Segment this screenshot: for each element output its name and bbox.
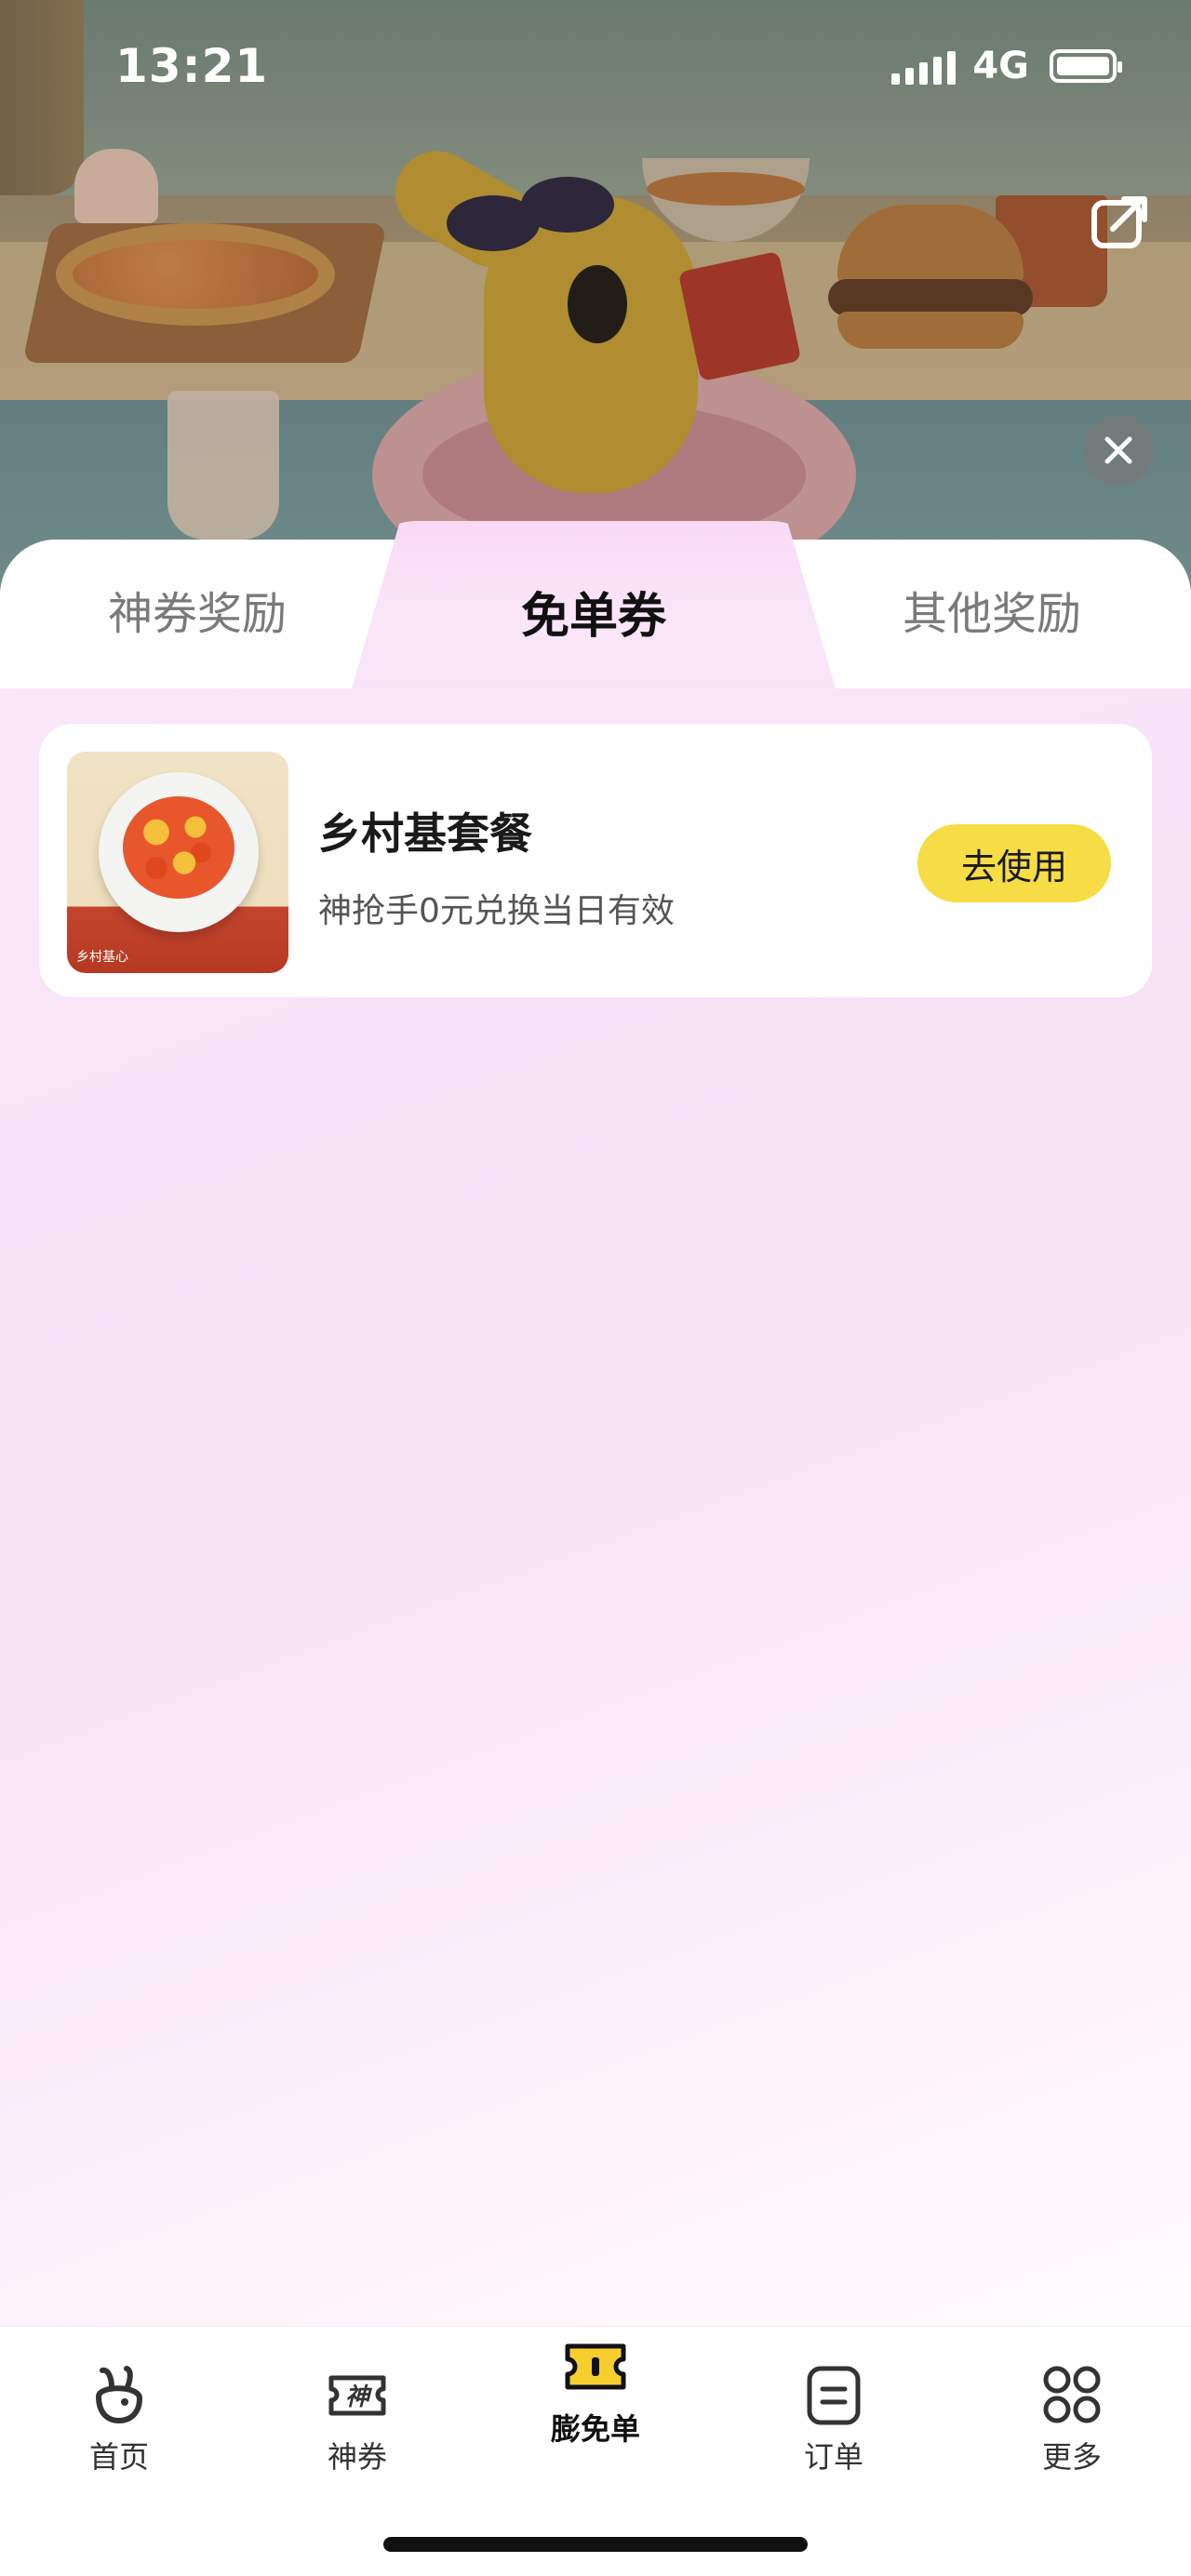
close-button[interactable] [1083, 415, 1154, 486]
status-indicators: 4G [891, 45, 1122, 87]
nav-free-order[interactable]: 膨免单 [521, 2333, 670, 2449]
nav-orders[interactable]: 订单 [759, 2361, 908, 2476]
reward-description: 神抢手0元兑换当日有效 [318, 892, 675, 930]
page: 13:21 4G 神券奖励 免单券 其他奖励 乡村基心 乡村基套餐 神抢手0元兑… [0, 0, 1191, 2576]
nav-free-order-label: 膨免单 [550, 2411, 640, 2447]
tomato-egg-dish [123, 796, 234, 899]
nav-orders-label: 订单 [803, 2439, 863, 2475]
reward-image: 乡村基心 [67, 752, 288, 973]
order-icon [807, 2366, 861, 2425]
nav-more-label: 更多 [1041, 2439, 1102, 2475]
food-plate [99, 772, 259, 932]
nav-home-label: 首页 [88, 2439, 149, 2475]
signal-icon [891, 47, 957, 85]
grid-icon [1043, 2366, 1101, 2423]
reward-title: 乡村基套餐 [318, 808, 532, 859]
nav-home[interactable]: 首页 [45, 2361, 194, 2476]
home-rabbit-icon [95, 2366, 143, 2424]
image-brand-caption: 乡村基心 [76, 950, 128, 965]
close-icon [1104, 436, 1132, 464]
coupon-icon: 神 [328, 2375, 386, 2416]
home-indicator[interactable] [383, 2537, 808, 2552]
status-bar: 13:21 4G [0, 0, 1191, 130]
nav-coupons-label: 神券 [327, 2439, 387, 2475]
share-icon [1091, 196, 1147, 248]
svg-text:神: 神 [345, 2383, 373, 2411]
share-button[interactable] [1091, 194, 1150, 249]
status-time: 13:21 [115, 39, 269, 93]
battery-icon [1050, 49, 1122, 83]
nav-more[interactable]: 更多 [997, 2361, 1146, 2476]
nav-coupons[interactable]: 神 神券 [283, 2361, 432, 2476]
network-type: 4G [972, 45, 1029, 87]
battery-fill [1057, 57, 1109, 75]
use-coupon-button[interactable]: 去使用 [917, 824, 1111, 902]
tab-coupon-rewards[interactable]: 神券奖励 [48, 577, 346, 642]
tab-free-order-coupons[interactable]: 免单券 [445, 577, 743, 647]
ticket-icon [565, 2343, 626, 2390]
tab-other-rewards[interactable]: 其他奖励 [843, 577, 1141, 642]
